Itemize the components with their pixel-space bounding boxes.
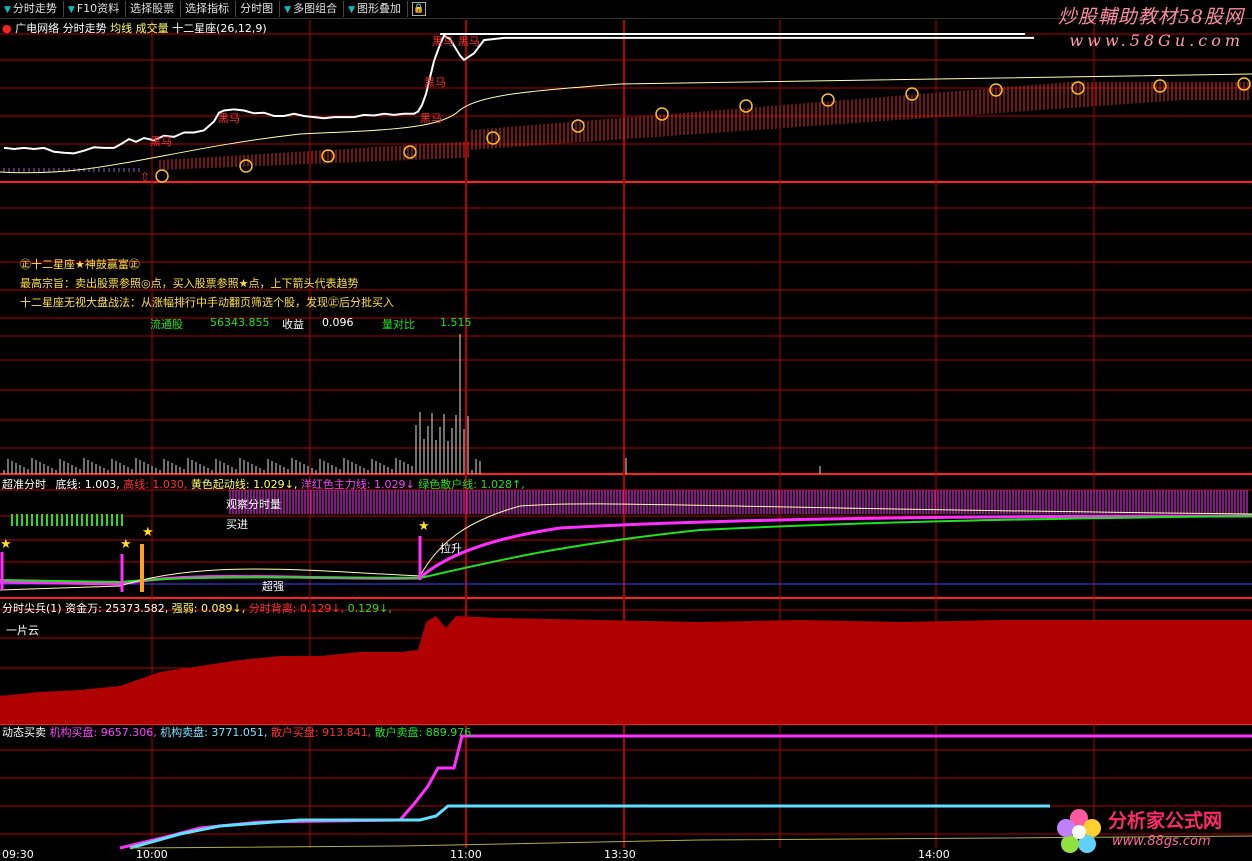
panel2-magenta: 洋红色主力线: 1.029↓: [300, 478, 415, 491]
up-arrow-icon: ⇧: [140, 170, 150, 184]
float-shares-value: 56343.855: [210, 316, 270, 329]
signal-circle-icon: [486, 131, 500, 145]
inst-buy: 机构买盘: 9657.306,: [49, 726, 157, 739]
watch-volume-label: 观察分时量: [226, 498, 281, 511]
volume-ratio-label: 量对比: [382, 318, 415, 331]
signal-circle-icon: [403, 145, 417, 159]
panel2-green: 绿色散户线: 1.028↑,: [418, 478, 525, 491]
cloud-label: 一片云: [6, 624, 39, 637]
panel3-weak: 强弱: 0.089↓,: [171, 602, 246, 615]
strategy-desc-2: 十二星座无视大盘战法：从涨幅排行中手动翻页筛选个股，发现㊣后分批买入: [20, 296, 394, 309]
retail-buy: 散户买盘: 913.841,: [270, 726, 372, 739]
panel2-yellow: 黄色起动线: 1.029↓,: [190, 478, 298, 491]
signal-circle-icon: [155, 169, 169, 183]
panel4-title: 动态买卖: [2, 726, 46, 739]
panel2-title: 超准分时: [2, 478, 46, 491]
indicator-label: 十二星座(26,12,9): [172, 22, 267, 35]
star-icon: ★: [142, 525, 154, 540]
signal-bars: [159, 82, 1249, 170]
signal-circle-icon: [655, 107, 669, 121]
time-label: 14:00: [918, 848, 950, 861]
retail-sell: 散户卖盘: 889.976,: [374, 726, 475, 739]
volume-label: 成交量: [135, 22, 169, 35]
panel3-header: 分时尖兵(1) 资金万: 25373.582, 强弱: 0.089↓, 分时背离…: [2, 600, 392, 616]
time-label: 09:30: [2, 848, 34, 861]
flower-logo-icon: [1057, 809, 1101, 853]
eps-label: 收益: [282, 318, 304, 331]
strategy-title: ㊣十二星座★神鼓赢富㊣: [20, 258, 140, 271]
marker-label: 黑马: [432, 35, 454, 48]
main-header: ● 广电网络 分时走势 均线 成交量 十二星座(26,12,9): [2, 22, 267, 35]
float-shares-label: 流通股: [150, 318, 183, 331]
view-label: 分时走势: [62, 22, 107, 35]
panel2-header: 超准分时 底线: 1.003, 高线: 1.030, 黄色起动线: 1.029↓…: [2, 476, 525, 492]
marker-label: 黑马: [218, 112, 240, 125]
volume-ratio-value: 1.515: [440, 316, 472, 329]
marker-label: 黑马: [424, 76, 446, 89]
price-panel: ⇧: [0, 33, 1252, 184]
eps-value: 0.096: [322, 316, 354, 329]
inst-sell: 机构卖盘: 3771.051,: [160, 726, 268, 739]
marker-label: 黑马: [458, 35, 480, 48]
panel-super-time: ★ ★ ★ ★: [0, 490, 1252, 592]
star-icon: ★: [0, 537, 12, 552]
time-label: 10:00: [136, 848, 168, 861]
signal-circle-icon: [739, 99, 753, 113]
lift-label: 拉升: [440, 542, 462, 555]
star-icon: ★: [418, 519, 430, 534]
marker-label: 黑马: [150, 135, 172, 148]
stock-name: 广电网络: [15, 22, 60, 35]
avg-label: 均线: [110, 22, 133, 35]
fund-area: [0, 616, 1252, 724]
site-logo: 分析家公式网 www.88gs.com: [1052, 802, 1247, 858]
time-label: 13:30: [604, 848, 636, 861]
panel3-title: 分时尖兵(1): [2, 602, 62, 615]
volume-panel: [3, 334, 821, 474]
panel-time-soldier: [0, 616, 1252, 724]
star-icon: ★: [120, 537, 132, 552]
panel3-fund: 资金万: 25373.582,: [65, 602, 169, 615]
panel4-header: 动态买卖 机构买盘: 9657.306, 机构卖盘: 3771.051, 散户买…: [2, 724, 475, 740]
strong-label: 超强: [262, 580, 284, 593]
marker-label: 黑马: [420, 112, 442, 125]
panel2-top: 高线: 1.030,: [123, 478, 188, 491]
main-force-line: [0, 514, 1252, 586]
buy-label: 买进: [226, 518, 248, 531]
signal-circle-icon: [571, 119, 585, 133]
signal-circle-icon: [239, 159, 253, 173]
strategy-desc-1: 最高宗旨：卖出股票参照◎点，买入股票参照★点，上下箭头代表趋势: [20, 277, 359, 290]
panel3-dist2: 0.129↓,: [347, 602, 392, 615]
panel2-bottom: 底线: 1.003,: [55, 478, 120, 491]
time-label: 11:00: [450, 848, 482, 861]
panel3-dist: 分时背离: 0.129↓,: [248, 602, 345, 615]
